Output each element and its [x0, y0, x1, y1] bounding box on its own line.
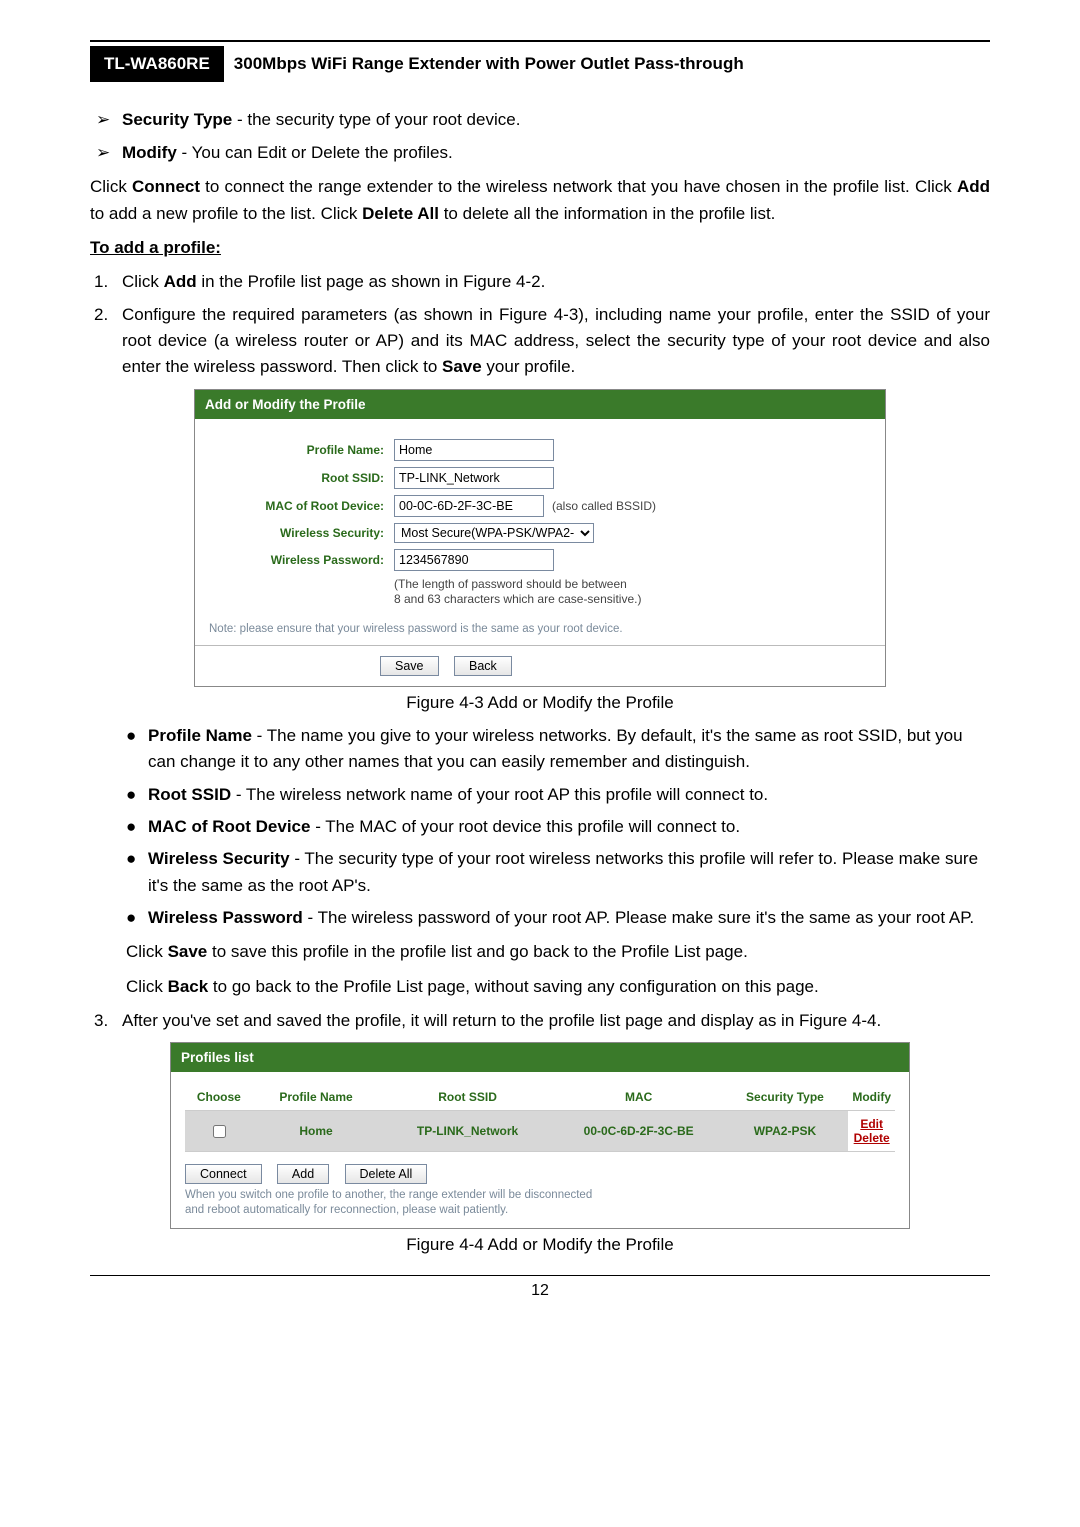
- figure-caption: Figure 4-4 Add or Modify the Profile: [90, 1235, 990, 1255]
- profiles-list-panel: Profiles list Choose Profile Name Root S…: [170, 1042, 910, 1229]
- arrow-icon: ➢: [96, 139, 122, 166]
- password-hint: (The length of password should be betwee…: [394, 577, 871, 608]
- figure-caption: Figure 4-3 Add or Modify the Profile: [90, 693, 990, 713]
- security-select[interactable]: Most Secure(WPA-PSK/WPA2-PS: [394, 523, 594, 543]
- add-button[interactable]: Add: [277, 1164, 329, 1184]
- col-mac: MAC: [556, 1084, 722, 1111]
- list-item: ●Wireless Password - The wireless passwo…: [126, 905, 990, 931]
- panel-title: Add or Modify the Profile: [195, 390, 885, 419]
- password-input[interactable]: [394, 549, 554, 571]
- arrow-icon: ➢: [96, 106, 122, 133]
- list-item: ➢ Modify - You can Edit or Delete the pr…: [96, 139, 990, 166]
- list-item: ●Wireless Security - The security type o…: [126, 846, 990, 899]
- delete-link[interactable]: Delete: [854, 1131, 890, 1145]
- list-item: ●Root SSID - The wireless network name o…: [126, 782, 990, 808]
- term: Security Type: [122, 110, 232, 129]
- root-ssid-input[interactable]: [394, 467, 554, 489]
- col-root-ssid: Root SSID: [379, 1084, 556, 1111]
- profile-name-label: Profile Name:: [209, 443, 394, 457]
- mac-label: MAC of Root Device:: [209, 499, 394, 513]
- term: Modify: [122, 143, 177, 162]
- cell-profile-name: Home: [253, 1111, 380, 1152]
- step-item: 3. After you've set and saved the profil…: [94, 1008, 990, 1034]
- section-heading: To add a profile:: [90, 235, 990, 261]
- panel-title: Profiles list: [171, 1043, 909, 1072]
- page-header: TL-WA860RE 300Mbps WiFi Range Extender w…: [90, 46, 990, 82]
- delete-all-button[interactable]: Delete All: [345, 1164, 428, 1184]
- col-profile-name: Profile Name: [253, 1084, 380, 1111]
- panel-note: When you switch one profile to another, …: [171, 1188, 909, 1228]
- cell-security-type: WPA2-PSK: [722, 1111, 849, 1152]
- profile-name-input[interactable]: [394, 439, 554, 461]
- back-button[interactable]: Back: [454, 656, 512, 676]
- paragraph: Click Connect to connect the range exten…: [90, 174, 990, 227]
- add-modify-profile-panel: Add or Modify the Profile Profile Name: …: [194, 389, 886, 687]
- mac-input[interactable]: [394, 495, 544, 517]
- panel-note: Note: please ensure that your wireless p…: [195, 618, 885, 645]
- page-number: 12: [90, 1275, 990, 1300]
- paragraph: Click Back to go back to the Profile Lis…: [126, 974, 990, 1000]
- col-modify: Modify: [848, 1084, 895, 1111]
- list-item: ●MAC of Root Device - The MAC of your ro…: [126, 814, 990, 840]
- paragraph: Click Save to save this profile in the p…: [126, 939, 990, 965]
- list-item: ➢ Security Type - the security type of y…: [96, 106, 990, 133]
- cell-root-ssid: TP-LINK_Network: [379, 1111, 556, 1152]
- step-item: 1. Click Add in the Profile list page as…: [94, 269, 990, 295]
- cell-mac: 00-0C-6D-2F-3C-BE: [556, 1111, 722, 1152]
- edit-link[interactable]: Edit: [860, 1117, 883, 1131]
- root-ssid-label: Root SSID:: [209, 471, 394, 485]
- save-button[interactable]: Save: [380, 656, 439, 676]
- connect-button[interactable]: Connect: [185, 1164, 262, 1184]
- password-label: Wireless Password:: [209, 553, 394, 567]
- col-choose: Choose: [185, 1084, 253, 1111]
- mac-hint: (also called BSSID): [552, 499, 656, 513]
- col-security-type: Security Type: [722, 1084, 849, 1111]
- table-row: Home TP-LINK_Network 00-0C-6D-2F-3C-BE W…: [185, 1111, 895, 1152]
- profiles-table: Choose Profile Name Root SSID MAC Securi…: [185, 1084, 895, 1152]
- model-badge: TL-WA860RE: [90, 46, 224, 82]
- step-item: 2. Configure the required parameters (as…: [94, 302, 990, 381]
- security-label: Wireless Security:: [209, 526, 394, 540]
- header-title: 300Mbps WiFi Range Extender with Power O…: [234, 54, 744, 74]
- list-item: ●Profile Name - The name you give to you…: [126, 723, 990, 776]
- choose-checkbox[interactable]: [213, 1125, 226, 1138]
